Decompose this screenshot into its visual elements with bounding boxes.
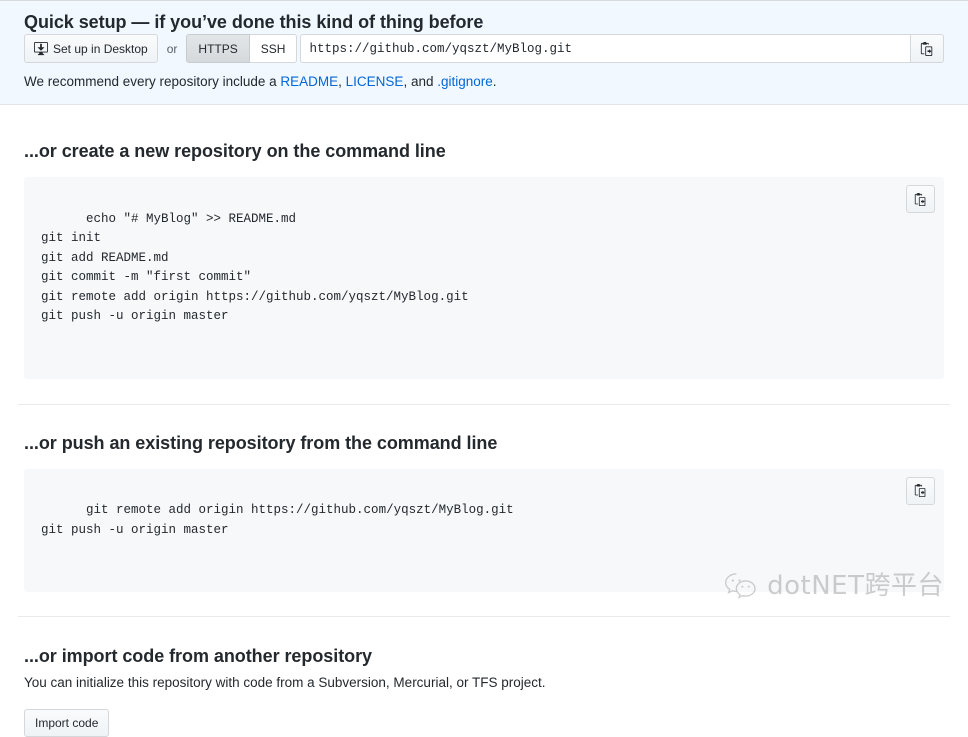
copy-push-commands-button[interactable] — [906, 476, 935, 505]
recommend-sep-1: , — [338, 74, 346, 89]
clipboard-copy-icon — [920, 41, 934, 56]
or-label: or — [166, 41, 178, 56]
create-repository-code[interactable]: echo "# MyBlog" >> README.md git init gi… — [41, 212, 469, 324]
recommend-suffix: . — [492, 74, 497, 89]
quick-setup-title: Quick setup — if you’ve done this kind o… — [24, 12, 484, 32]
set-up-in-desktop-label: Set up in Desktop — [53, 41, 148, 56]
protocol-https-button[interactable]: HTTPS — [186, 34, 250, 63]
recommend-sep-2: , and — [403, 74, 438, 89]
recommend-text: We recommend every repository include a … — [24, 73, 944, 91]
set-up-in-desktop-button[interactable]: Set up in Desktop — [24, 34, 158, 63]
import-code-title: ...or import code from another repositor… — [24, 646, 372, 666]
desktop-download-icon — [34, 41, 48, 56]
gitignore-link[interactable]: .gitignore — [437, 74, 493, 89]
push-repository-code[interactable]: git remote add origin https://github.com… — [41, 503, 514, 537]
license-link[interactable]: LICENSE — [346, 74, 404, 89]
protocol-toggle-group: HTTPS SSH — [186, 34, 298, 63]
clone-url-input[interactable]: https://github.com/yqszt/MyBlog.git — [300, 34, 911, 63]
push-repository-code-block: git remote add origin https://github.com… — [24, 468, 944, 592]
create-repository-title: ...or create a new repository on the com… — [24, 141, 446, 161]
push-repository-section: ...or push an existing repository from t… — [0, 405, 968, 592]
copy-clone-url-button[interactable] — [911, 34, 944, 63]
import-code-section: ...or import code from another repositor… — [0, 617, 968, 737]
clipboard-copy-icon — [914, 192, 927, 206]
readme-link[interactable]: README — [280, 74, 338, 89]
create-repository-code-block: echo "# MyBlog" >> README.md git init gi… — [24, 177, 944, 379]
push-repository-title: ...or push an existing repository from t… — [24, 432, 498, 453]
recommend-prefix: We recommend every repository include a — [24, 74, 281, 89]
quick-setup-banner: Quick setup — if you’ve done this kind o… — [0, 1, 968, 105]
clone-url-row: Set up in Desktop or HTTPS SSH https://g… — [24, 34, 944, 63]
import-code-button[interactable]: Import code — [24, 709, 110, 737]
import-code-description: You can initialize this repository with … — [24, 675, 546, 690]
repository-quick-setup-page: Quick setup — if you’ve done this kind o… — [0, 0, 968, 737]
protocol-ssh-button[interactable]: SSH — [249, 34, 298, 63]
copy-create-commands-button[interactable] — [906, 185, 935, 213]
create-repository-section: ...or create a new repository on the com… — [0, 105, 968, 379]
clipboard-copy-icon — [914, 484, 927, 497]
